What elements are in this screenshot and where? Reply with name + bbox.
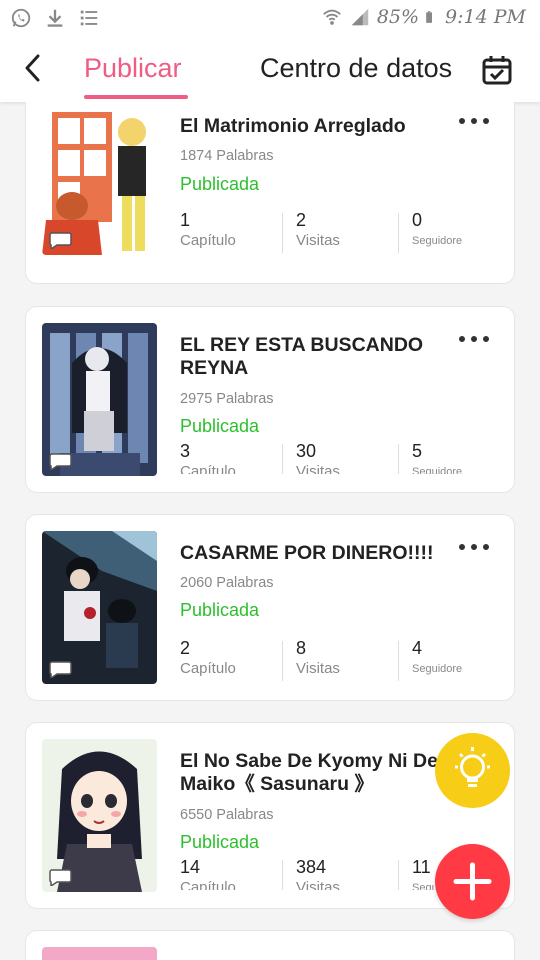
download-icon: [47, 9, 63, 27]
word-count: 1874 Palabras: [180, 148, 274, 164]
work-title[interactable]: El Matrimonio Arreglado: [180, 115, 450, 138]
stats-row: 2 Capítulo 8 Visitas 4 Seguidore: [180, 637, 500, 687]
stat-visits: 8 Visitas: [296, 637, 340, 687]
book-cover[interactable]: [42, 947, 157, 960]
more-dots-icon[interactable]: [456, 111, 492, 131]
plus-icon: [453, 862, 492, 901]
chapters-count: 2: [180, 638, 191, 658]
followers-label: Seguidore: [412, 235, 463, 247]
status-label: Publicada: [180, 600, 260, 620]
divider: [282, 641, 283, 681]
chat-bubble-icon: [49, 232, 72, 249]
stats-row: 1 Capítulo 2 Visitas 0 Seguidore: [180, 209, 500, 259]
visits-count: 8: [296, 638, 307, 658]
stat-chapters: 3 Capítulo: [180, 440, 236, 474]
stat-visits: 30 Visitas: [296, 440, 340, 474]
work-card[interactable]: [25, 930, 515, 960]
battery-percent: 85%: [376, 6, 420, 28]
divider: [282, 860, 283, 890]
divider: [398, 641, 399, 681]
followers-count: 0: [412, 210, 423, 230]
chapters-label: Capítulo: [180, 232, 236, 249]
status-label: Publicada: [180, 832, 260, 852]
stat-visits: 384 Visitas: [296, 856, 340, 890]
cover-image: [42, 947, 157, 960]
add-work-button[interactable]: [435, 844, 510, 919]
followers-count: 4: [412, 638, 423, 658]
clock: 9:14 PM: [445, 6, 526, 28]
divider: [282, 213, 283, 253]
book-cover[interactable]: [42, 323, 157, 476]
word-count: 6550 Palabras: [180, 807, 274, 823]
stat-visits: 2 Visitas: [296, 209, 340, 259]
visits-label: Visitas: [296, 232, 340, 249]
stat-followers: 4 Seguidore: [412, 637, 462, 687]
signal-icon: [351, 8, 369, 26]
stats-row: 3 Capítulo 30 Visitas 5 Seguidore: [180, 440, 500, 474]
visits-label: Visitas: [296, 879, 340, 890]
work-title[interactable]: El No Sabe De Kyomy Ni De Maiko《 Sasunar…: [180, 750, 440, 796]
whatsapp-icon: [11, 8, 31, 28]
status-label: Publicada: [180, 174, 260, 194]
work-card[interactable]: EL REY ESTA BUSCANDO REYNA 2975 Palabras…: [25, 306, 515, 493]
work-card[interactable]: El Matrimonio Arreglado 1874 Palabras Pu…: [25, 102, 515, 284]
chat-bubble-icon: [49, 453, 72, 470]
tips-button[interactable]: [435, 733, 510, 808]
chevron-left-icon[interactable]: [18, 50, 50, 86]
chapters-count: 3: [180, 441, 191, 461]
stat-chapters: 14 Capítulo: [180, 856, 236, 890]
chat-bubble-icon: [49, 869, 72, 886]
work-card[interactable]: CASARME POR DINERO!!!! 2060 Palabras Pub…: [25, 514, 515, 701]
chapters-label: Capítulo: [180, 463, 236, 474]
wifi-icon: [322, 9, 341, 25]
stat-followers: 5 Seguidore: [412, 440, 462, 474]
stat-chapters: 1 Capítulo: [180, 209, 236, 259]
followers-count: 5: [412, 441, 423, 461]
followers-label: Seguidore: [412, 663, 463, 675]
calendar-check-icon[interactable]: [481, 54, 513, 86]
word-count: 2975 Palabras: [180, 391, 274, 407]
work-title[interactable]: CASARME POR DINERO!!!!: [180, 542, 450, 565]
active-tab-indicator: [84, 95, 188, 99]
chat-bubble-icon: [49, 661, 72, 678]
tab-centro-de-datos[interactable]: Centro de datos: [260, 53, 452, 84]
divider: [398, 860, 399, 890]
works-list: El Matrimonio Arreglado 1874 Palabras Pu…: [0, 102, 540, 960]
more-dots-icon[interactable]: [456, 537, 492, 557]
lightbulb-icon: [455, 747, 490, 787]
visits-label: Visitas: [296, 660, 340, 677]
tab-publicar[interactable]: Publicar: [84, 53, 182, 84]
chapters-count: 14: [180, 857, 201, 877]
chapters-count: 1: [180, 210, 191, 230]
stat-chapters: 2 Capítulo: [180, 637, 236, 687]
divider: [282, 444, 283, 474]
visits-count: 2: [296, 210, 307, 230]
list-icon: [80, 10, 98, 26]
book-cover[interactable]: [42, 102, 157, 255]
visits-count: 384: [296, 857, 327, 877]
visits-count: 30: [296, 441, 317, 461]
divider: [398, 213, 399, 253]
word-count: 2060 Palabras: [180, 575, 274, 591]
visits-label: Visitas: [296, 463, 340, 474]
stat-followers: 0 Seguidore: [412, 209, 462, 259]
battery-icon: [426, 11, 433, 23]
top-app-bar: Publicar Centro de datos: [0, 36, 540, 102]
book-cover[interactable]: [42, 739, 157, 892]
work-title[interactable]: EL REY ESTA BUSCANDO REYNA: [180, 334, 450, 380]
chapters-label: Capítulo: [180, 660, 236, 677]
chapters-label: Capítulo: [180, 879, 236, 890]
status-bar: 85% 9:14 PM: [0, 0, 540, 36]
status-label: Publicada: [180, 416, 260, 436]
book-cover[interactable]: [42, 531, 157, 684]
followers-label: Seguidore: [412, 466, 463, 474]
more-dots-icon[interactable]: [456, 329, 492, 349]
divider: [398, 444, 399, 474]
